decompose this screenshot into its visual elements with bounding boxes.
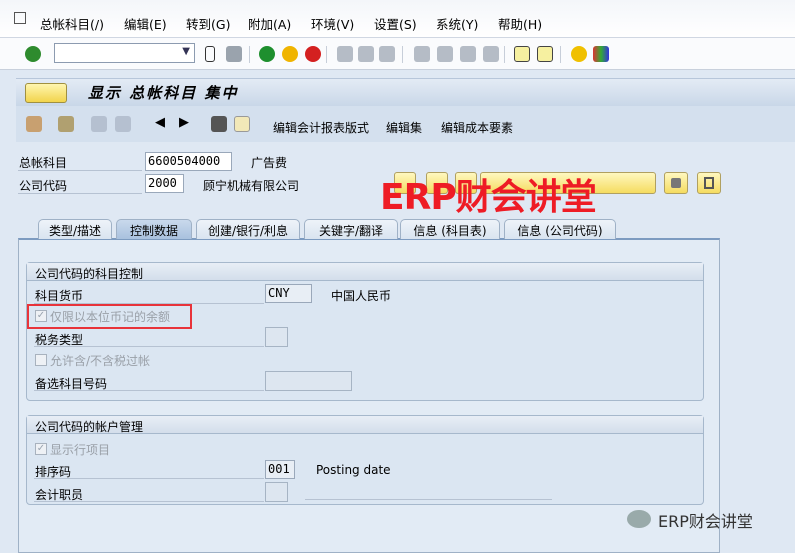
menu-system[interactable]: 系统(Y) [436, 14, 478, 33]
company-code-field[interactable]: 2000 [145, 174, 184, 193]
switch-icon[interactable] [26, 116, 42, 132]
tab-info-coa[interactable]: 信息 (科目表) [400, 219, 500, 239]
previous-page-icon[interactable] [437, 46, 453, 62]
menu-help[interactable]: 帮助(H) [498, 14, 542, 33]
next-icon[interactable]: ▶ [179, 115, 189, 130]
menu-bar: 总帐科目(/) 编辑(E) 转到(G) 附加(A) 环境(V) 设置(S) 系统… [0, 0, 795, 38]
lock-icon [671, 178, 681, 188]
account-currency-field[interactable]: CNY [265, 284, 312, 303]
menu-goto[interactable]: 转到(G) [186, 14, 230, 33]
overlay-watermark: ERP财会讲堂 [380, 177, 597, 218]
chevron-down-icon[interactable]: ▼ [182, 46, 190, 57]
cancel-icon[interactable] [305, 46, 321, 62]
document-icon[interactable] [234, 116, 250, 132]
trash-icon [704, 177, 714, 189]
account-currency-label: 科目货币 [35, 289, 84, 303]
edit-set-button[interactable]: 编辑集 [386, 119, 422, 136]
menu-extras[interactable]: 附加(A) [248, 14, 291, 33]
accounting-clerk-field[interactable] [265, 482, 288, 502]
system-menu-icon[interactable] [14, 12, 26, 24]
edit-cost-element-button[interactable]: 编辑成本要素 [441, 119, 513, 136]
next-page-icon[interactable] [460, 46, 476, 62]
menu-edit[interactable]: 编辑(E) [124, 14, 167, 33]
account-currency-description: 中国人民币 [331, 289, 392, 303]
lock-button[interactable] [664, 172, 688, 194]
watermark-text: ERP财会讲堂 [658, 512, 753, 531]
account-management-group: 公司代码的帐户管理 [26, 415, 704, 505]
menu-settings[interactable]: 设置(S) [374, 14, 417, 33]
company-code-description: 顾宁机械有限公司 [203, 179, 300, 193]
last-page-icon[interactable] [483, 46, 499, 62]
back-icon[interactable] [259, 46, 275, 62]
previous-icon[interactable]: ◀ [155, 115, 165, 130]
print-icon[interactable] [337, 46, 353, 62]
where-used-icon[interactable] [211, 116, 227, 132]
delete-button[interactable] [697, 172, 721, 194]
page-title: 显示 总帐科目 集中 [88, 84, 239, 102]
tab-keyword-translation[interactable]: 关键字/翻译 [304, 219, 398, 239]
menu-gl-account[interactable]: 总帐科目(/) [40, 14, 104, 33]
menu-environment[interactable]: 环境(V) [311, 14, 354, 33]
group-title: 公司代码的帐户管理 [27, 416, 703, 434]
back-arrow-icon[interactable] [205, 46, 215, 62]
posting-without-tax-label: 允许含/不含税过帐 [50, 354, 151, 368]
edit-fs-version-button[interactable]: 编辑会计报表版式 [273, 119, 369, 136]
group-title: 公司代码的科目控制 [27, 263, 703, 281]
account-control-group: 公司代码的科目控制 [26, 262, 704, 401]
other-icon[interactable] [91, 116, 107, 132]
enter-icon[interactable] [25, 46, 41, 62]
sort-key-description: Posting date [316, 463, 391, 477]
refresh-icon[interactable] [115, 116, 131, 132]
help-icon[interactable] [571, 46, 587, 62]
tax-category-field[interactable] [265, 327, 288, 347]
tab-info-company-code[interactable]: 信息 (公司代码) [504, 219, 616, 239]
shortcut-icon[interactable] [537, 46, 553, 62]
application-toolbar: ◀ ▶ 编辑会计报表版式 编辑集 编辑成本要素 [16, 106, 795, 142]
tab-control-data[interactable]: 控制数据 [116, 219, 192, 239]
company-code-label: 公司代码 [19, 179, 68, 193]
wechat-icon [627, 510, 651, 528]
alternative-account-field[interactable] [265, 371, 352, 391]
posting-without-tax-checkbox[interactable] [35, 354, 47, 366]
tab-create-bank-interest[interactable]: 创建/银行/利息 [196, 219, 300, 239]
tab-type-description[interactable]: 类型/描述 [38, 219, 112, 239]
command-field[interactable]: ▼ [54, 43, 195, 63]
layout-menu-icon[interactable] [593, 46, 609, 62]
gl-account-description: 广告费 [251, 156, 288, 170]
exit-icon[interactable] [282, 46, 298, 62]
gl-account-field[interactable]: 6600504000 [145, 152, 232, 171]
screen-menu-button[interactable] [25, 83, 67, 103]
new-session-icon[interactable] [514, 46, 530, 62]
highlight-box [27, 304, 192, 329]
sort-key-field[interactable]: 001 [265, 460, 295, 479]
gl-account-label: 总帐科目 [19, 156, 68, 170]
first-page-icon[interactable] [414, 46, 430, 62]
find-next-icon[interactable] [379, 46, 395, 62]
hierarchy-icon[interactable] [58, 116, 74, 132]
save-icon[interactable] [226, 46, 242, 62]
line-item-display-checkbox[interactable]: ✓ [35, 443, 47, 455]
find-icon[interactable] [358, 46, 374, 62]
line-item-display-label: 显示行项目 [50, 443, 111, 457]
